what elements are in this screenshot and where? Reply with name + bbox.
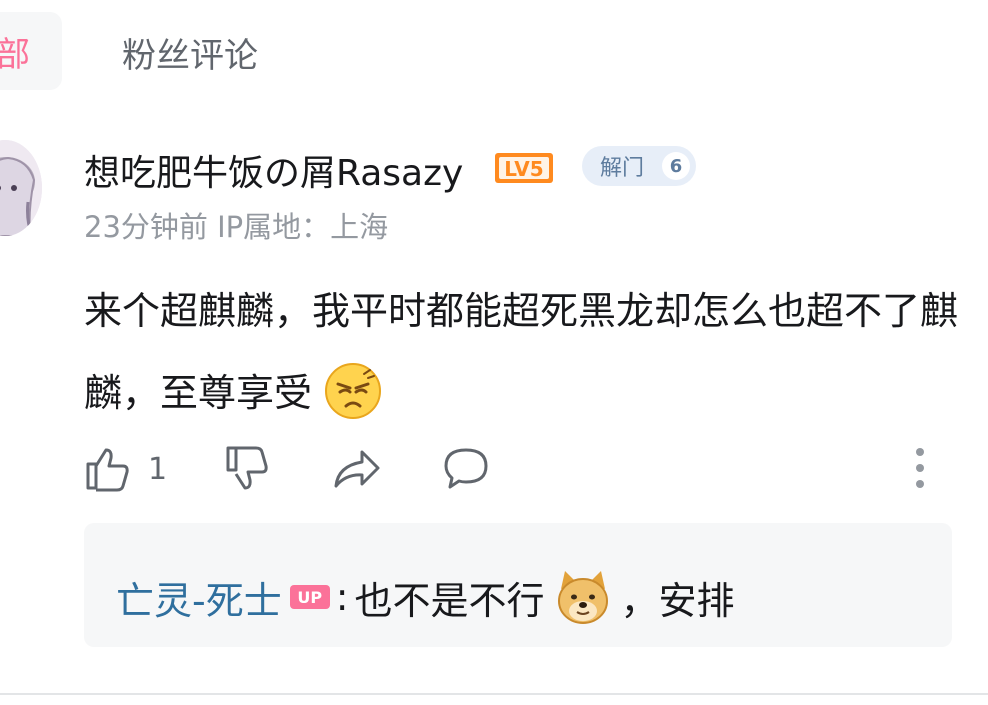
reply-preview[interactable]: 亡灵-死士 UP : 也不是不行 ，安排: [84, 523, 952, 647]
reply-separator: :: [335, 575, 349, 619]
reply-text-before: 也不是不行: [354, 578, 545, 623]
reply-line: 亡灵-死士 UP : 也不是不行 ，安排: [116, 567, 735, 627]
doge-emoji-icon: [553, 567, 613, 627]
comment-meta: 23分钟前 IP属地：上海: [84, 204, 388, 246]
fan-medal-level: 6: [662, 152, 690, 180]
comment-actions: 1: [84, 444, 954, 494]
like-count: 1: [148, 452, 168, 487]
thumbs-up-icon[interactable]: [84, 444, 132, 496]
annoyed-face-emoji-icon: [324, 362, 382, 448]
level-badge: LV5: [494, 152, 554, 184]
tab-all[interactable]: 部: [0, 12, 62, 90]
divider: [0, 693, 988, 695]
fan-medal[interactable]: 解门 6: [582, 146, 696, 186]
reply-username[interactable]: 亡灵-死士: [116, 570, 282, 625]
tab-fan-comments-label: 粉丝评论: [122, 36, 258, 76]
comment-content: 来个超麒麟，我平时都能超死黑龙却怎么也超不了麒麟，至尊享受: [84, 270, 964, 448]
avatar[interactable]: [0, 140, 42, 236]
reply-text-after: ，安排: [620, 578, 735, 623]
comment-ip-location: IP属地：上海: [217, 210, 389, 244]
comment-bubble-icon[interactable]: [442, 444, 490, 496]
comment-username[interactable]: 想吃肥牛饭の屑Rasazy: [84, 144, 463, 196]
comment-text: 来个超麒麟，我平时都能超死黑龙却怎么也超不了麒麟，至尊享受: [84, 289, 959, 415]
tab-all-label: 部: [0, 34, 30, 75]
avatar-image: [0, 140, 42, 236]
tab-fan-comments[interactable]: 粉丝评论: [122, 28, 258, 77]
level-badge-text: LV5: [504, 157, 543, 181]
comment-time: 23分钟前: [84, 210, 208, 244]
share-icon[interactable]: [332, 444, 382, 496]
more-options-icon[interactable]: [914, 446, 926, 494]
thumbs-down-icon[interactable]: [224, 444, 272, 496]
up-badge: UP: [289, 585, 330, 609]
level-5-icon: LV5: [495, 153, 553, 183]
fan-medal-name: 解门: [600, 156, 645, 181]
